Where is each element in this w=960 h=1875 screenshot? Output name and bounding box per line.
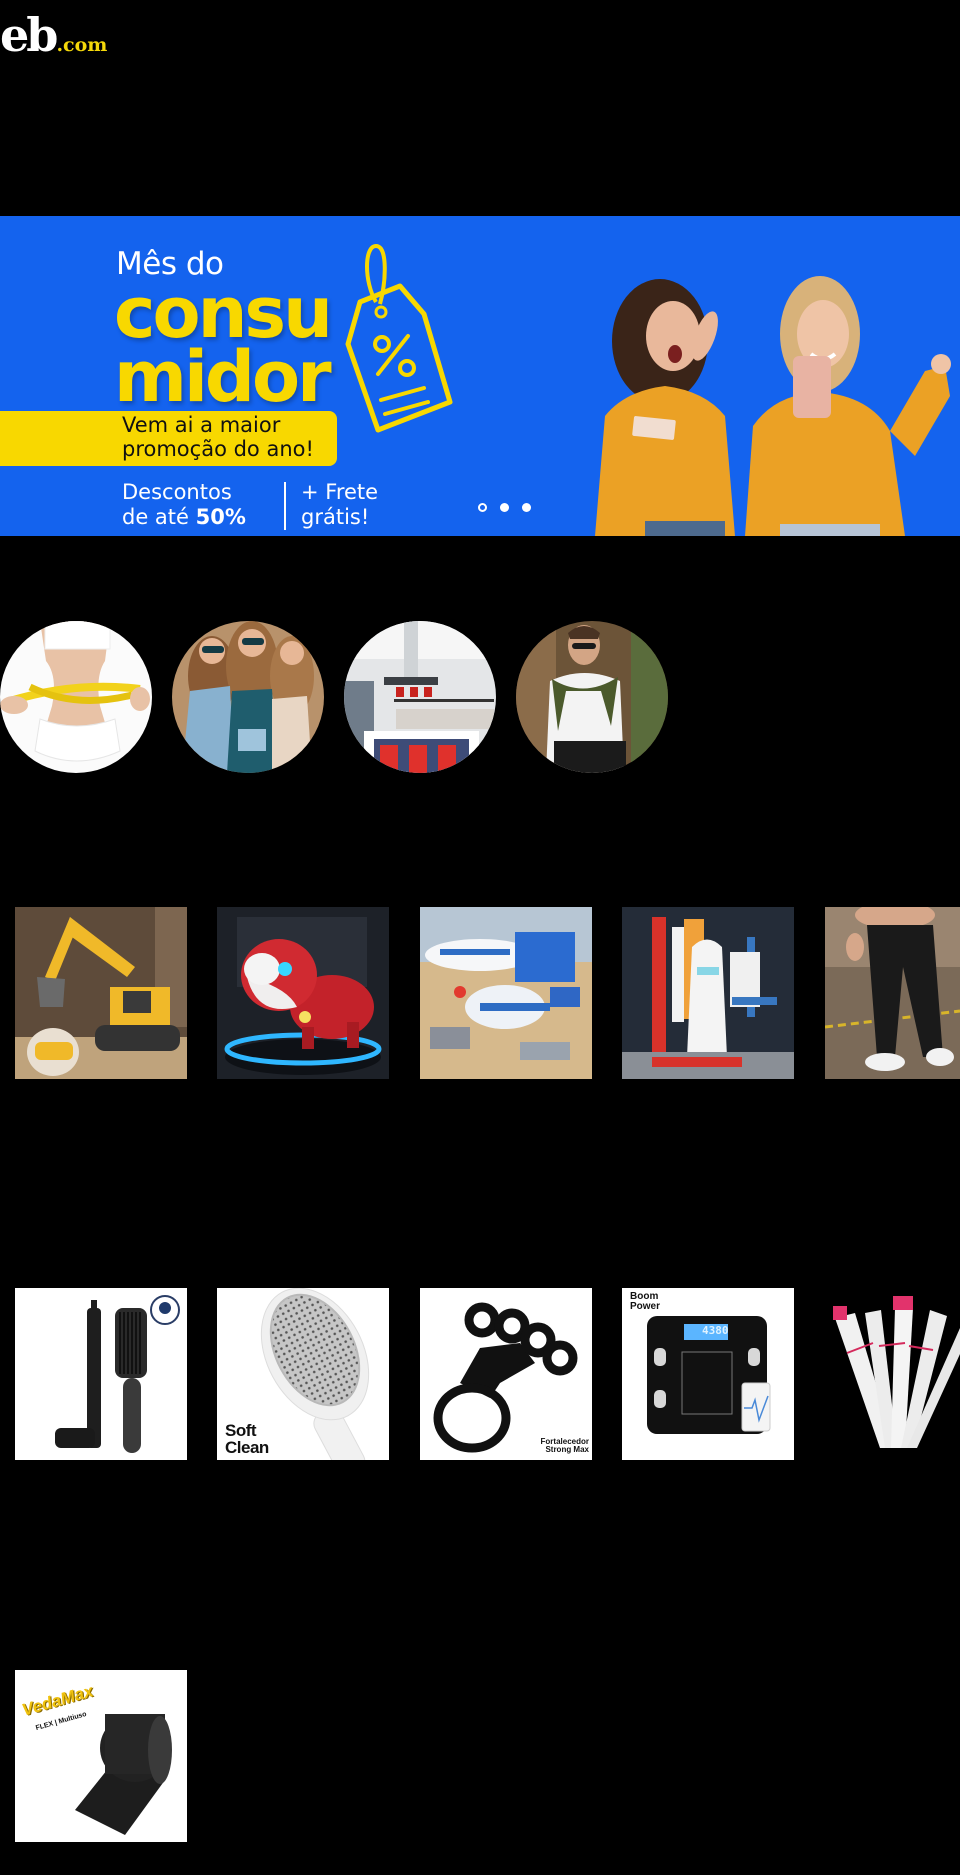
product-smart-scale[interactable]: 4380 Boom Power	[622, 1288, 794, 1460]
category-womens-fashion-image	[172, 621, 324, 773]
category-fitness-image	[0, 621, 152, 773]
banner-pill-text: Vem ai a maior promoção do ano!	[122, 413, 314, 461]
product-vedamax-tape[interactable]: VedaMax FLEX | Multiuso	[15, 1670, 187, 1842]
product-finger-strengthener[interactable]: Fortalecedor Strong Max	[420, 1288, 592, 1460]
product-robot-dog[interactable]	[217, 907, 389, 1079]
site-logo[interactable]: eb .com	[0, 12, 107, 62]
scale-display: 4380	[702, 1324, 729, 1337]
pill-line1: Vem ai a maior	[122, 413, 281, 437]
category-fitness[interactable]	[0, 621, 152, 773]
discount-value: 50%	[195, 505, 246, 529]
category-mens-fashion[interactable]	[516, 621, 668, 773]
product-jogger-pants-image	[825, 907, 960, 1079]
carousel-dot-2[interactable]	[500, 503, 509, 512]
carousel-dot-3[interactable]	[522, 503, 531, 512]
product-smart-scale-image	[622, 1288, 794, 1460]
banner-shipping: + Frete grátis!	[301, 480, 378, 530]
product-trimmer-set-image	[825, 1288, 960, 1460]
price-tag-icon	[345, 244, 453, 433]
product-trimmer-set[interactable]	[825, 1288, 960, 1460]
pill-line2: promoção do ano!	[122, 437, 314, 461]
shipping-line2: grátis!	[301, 505, 370, 529]
product-rc-excavator-image	[15, 907, 187, 1079]
product-airplane-toy-image	[420, 907, 592, 1079]
product-airplane-toy[interactable]	[420, 907, 592, 1079]
soft-clean-label-line2: Clean	[225, 1438, 269, 1457]
product-jogger-pants[interactable]	[825, 907, 960, 1079]
category-kitchen[interactable]	[344, 621, 496, 773]
shipping-line1: + Frete	[301, 480, 379, 504]
scale-label-line2: Power	[630, 1301, 661, 1312]
promo-banner[interactable]: Mês do consu midor Vem ai a maior promoç…	[0, 216, 960, 536]
soft-clean-label-line1: Soft	[225, 1421, 257, 1440]
product-beard-kit-image	[15, 1288, 187, 1460]
product-space-shuttle-image	[622, 907, 794, 1079]
discount-line1: Descontos	[122, 480, 232, 504]
strengthener-label-line2: Strong Max	[545, 1445, 589, 1454]
product-robot-dog-image	[217, 907, 389, 1079]
product-finger-strengthener-image	[420, 1288, 592, 1460]
product-beard-kit[interactable]	[15, 1288, 187, 1460]
product-rc-excavator[interactable]	[15, 907, 187, 1079]
banner-headline-line2: midor	[114, 336, 332, 418]
banner-divider	[284, 482, 286, 530]
discount-prefix: de até	[122, 505, 196, 529]
logo-main: eb	[0, 8, 58, 62]
carousel-dot-1[interactable]	[478, 503, 487, 512]
banner-discount: Descontos de até 50%	[122, 480, 246, 530]
logo-suffix: .com	[56, 34, 108, 56]
product-soft-clean-brush[interactable]: Soft Clean	[217, 1288, 389, 1460]
category-kitchen-image	[344, 621, 496, 773]
category-womens-fashion[interactable]	[172, 621, 324, 773]
banner-people-image	[595, 276, 951, 536]
product-space-shuttle[interactable]	[622, 907, 794, 1079]
carousel-dots	[478, 503, 531, 512]
category-mens-fashion-image	[516, 621, 668, 773]
